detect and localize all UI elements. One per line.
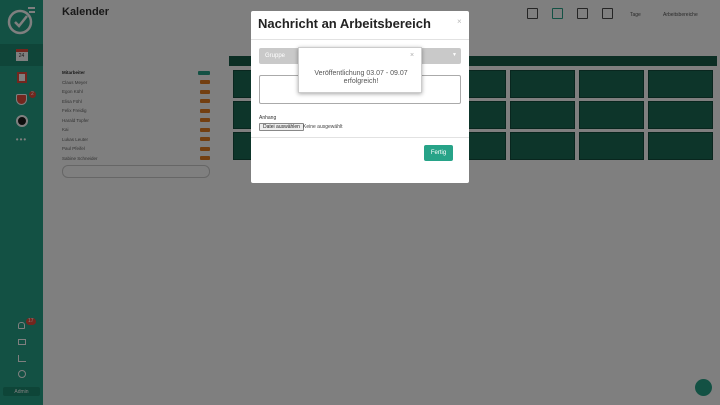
popup-message: Veröffentlichung 03.07 - 09.07 erfolgrei…: [299, 70, 423, 86]
chevron-down-icon: ▼: [452, 52, 457, 58]
popup-line-2: erfolgreich!: [343, 78, 379, 85]
modal-title: Nachricht an Arbeitsbereich: [258, 16, 431, 31]
popup-line-1: Veröffentlichung 03.07 - 09.07: [314, 70, 408, 77]
file-choose-button[interactable]: Datei auswählen: [259, 123, 304, 131]
success-popup: × Veröffentlichung 03.07 - 09.07 erfolgr…: [298, 47, 422, 93]
file-status: Keine ausgewählt: [303, 124, 343, 130]
modal-close-icon[interactable]: ×: [457, 17, 462, 26]
modal-divider: [251, 39, 469, 40]
message-modal: Nachricht an Arbeitsbereich × Gruppe ▼ A…: [251, 11, 469, 183]
done-button[interactable]: Fertig: [424, 145, 453, 161]
group-select-label: Gruppe: [265, 53, 286, 59]
attachment-label: Anhang: [259, 115, 277, 121]
modal-divider: [251, 137, 469, 138]
popup-close-icon[interactable]: ×: [410, 52, 414, 59]
